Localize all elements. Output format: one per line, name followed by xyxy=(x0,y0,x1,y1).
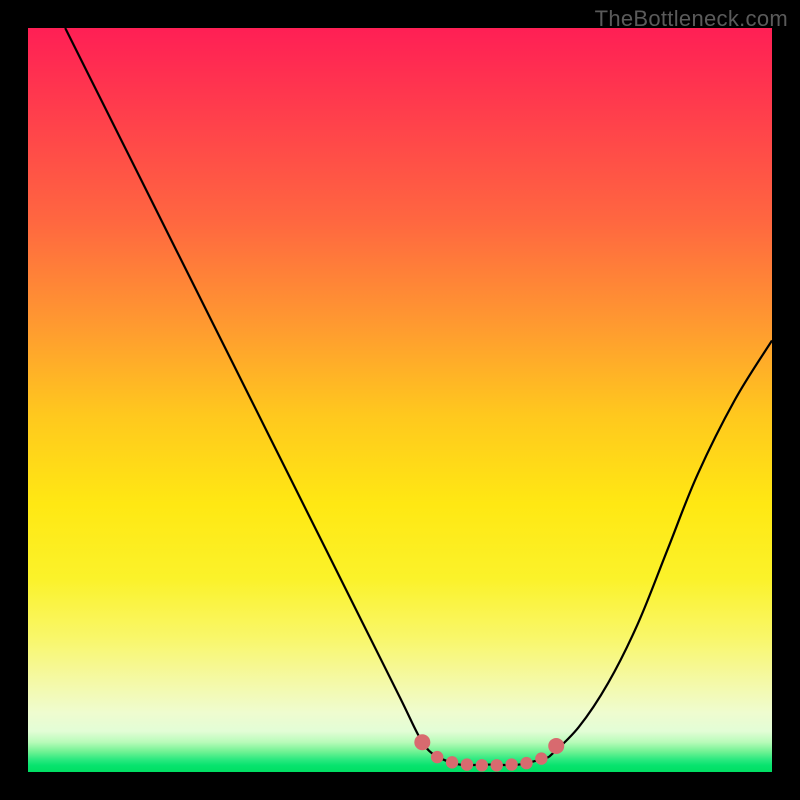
trough-marker xyxy=(505,758,517,770)
chart-frame: TheBottleneck.com xyxy=(0,0,800,800)
chart-svg xyxy=(28,28,772,772)
watermark-label: TheBottleneck.com xyxy=(595,6,788,32)
trough-marker xyxy=(431,751,443,763)
trough-marker xyxy=(461,758,473,770)
trough-marker xyxy=(548,738,564,754)
trough-marker xyxy=(520,757,532,769)
chart-trough-markers xyxy=(414,734,564,771)
chart-left-curve xyxy=(65,28,437,757)
trough-marker xyxy=(476,759,488,771)
trough-marker xyxy=(535,752,547,764)
trough-marker xyxy=(491,759,503,771)
trough-marker xyxy=(446,756,458,768)
chart-right-curve xyxy=(549,340,772,757)
trough-marker xyxy=(414,734,430,750)
chart-plot-area xyxy=(28,28,772,772)
